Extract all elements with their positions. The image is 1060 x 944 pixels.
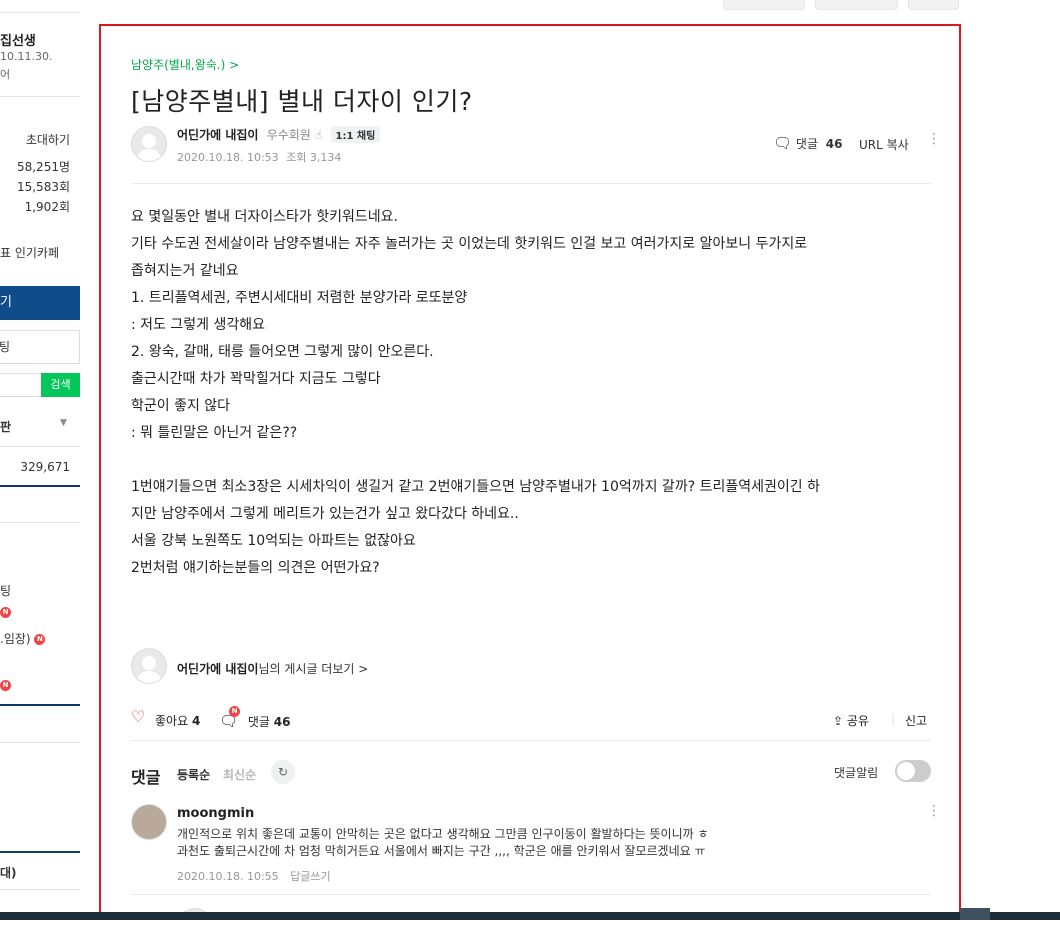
more-posts-link[interactable]: 어딘가에 내집이님의 게시글 더보기 > (177, 660, 368, 677)
sort-registered[interactable]: 등록순 (177, 766, 210, 783)
refresh-icon[interactable]: ↻ (271, 760, 295, 784)
commenter-avatar[interactable] (131, 804, 167, 840)
cafe-date: 10.11.30. (0, 50, 53, 63)
comment-meta: 2020.10.18. 10:55 답글쓰기 (177, 868, 331, 884)
article-body: 요 몇일동안 별내 더자이스타가 핫키워드네요. 기타 수도권 전세살이라 남양… (131, 209, 820, 576)
article-date: 2020.10.18. 10:53 (177, 151, 279, 164)
comment2-count: 46 (273, 715, 291, 729)
sidebar-item-b[interactable]: .임장) N (0, 630, 46, 647)
invite-link[interactable]: 초대하기 (26, 131, 70, 148)
more-options-icon[interactable]: ⋮ (927, 132, 941, 146)
bottom-bar (0, 912, 1060, 920)
comment-bubble-icon: 🗨 N (219, 706, 240, 730)
page: 집선생 10.11.30. 어 초대하기 58,251명 15,583회 1,9… (0, 0, 1060, 944)
top-button-1[interactable] (723, 0, 805, 10)
comment-options-icon[interactable]: ⋮ (927, 804, 941, 818)
select-label[interactable]: 판 (0, 418, 11, 435)
comment-label: 댓글 (795, 137, 818, 151)
sort-latest[interactable]: 최신순 (223, 766, 256, 783)
comment-count: 46 (825, 137, 843, 151)
article-meta: 2020.10.18. 10:53 조회 3,134 (177, 149, 341, 165)
write-button[interactable]: 기 (0, 286, 80, 320)
visit-count: 15,583회 (16, 180, 70, 194)
total-count: 329,671 (20, 460, 70, 474)
new-badge-icon: N (0, 678, 11, 692)
cafe-line3: 어 (0, 68, 11, 81)
member-grade: 우수회원 (266, 128, 311, 142)
share-button[interactable]: ⇪ 공유 (833, 712, 869, 729)
commenter-name[interactable]: moongmin (177, 806, 254, 821)
comment-line-1: 개인적으로 위치 좋은데 교통이 안막히는 곳은 없다고 생각해요 그만큼 인구… (177, 827, 709, 841)
post-count: 1,902회 (24, 200, 70, 214)
comment2-label: 댓글 (247, 715, 270, 729)
chat-input[interactable]: 팅 (0, 330, 80, 364)
bottom-bar-tab (960, 908, 990, 920)
like-button[interactable]: 좋아요 4 (155, 712, 200, 729)
article-title: [남양주별내] 별내 더자이 인기? (131, 87, 473, 116)
author-name[interactable]: 어딘가에 내집이 (177, 128, 258, 142)
author-row: 어딘가에 내집이 우수회원 ☝ 1:1 채팅 (177, 126, 381, 143)
sidebar-item-c[interactable]: 대) (0, 864, 17, 881)
board-link[interactable]: 남양주(별내,왕숙.) > (131, 56, 239, 73)
more-posts-label: 님의 게시글 더보기 > (258, 662, 369, 676)
left-sidebar: 집선생 10.11.30. 어 초대하기 58,251명 15,583회 1,9… (0, 0, 80, 944)
like-label: 좋아요 (155, 714, 189, 728)
new-badge-icon: N (0, 605, 11, 619)
comment-alarm-toggle[interactable] (895, 760, 931, 782)
comment-button[interactable]: 🗨 N 댓글 46 (219, 706, 291, 730)
report-button[interactable]: 신고 (905, 712, 927, 729)
search-button[interactable]: 검색 (41, 373, 80, 397)
url-copy-button[interactable]: URL 복사 (859, 136, 909, 153)
new-badge-icon: N (34, 634, 46, 645)
divider: | (891, 712, 896, 726)
new-badge: N (229, 706, 240, 717)
reply-button[interactable]: 답글쓰기 (290, 870, 330, 883)
comment-count-link[interactable]: 🗨 댓글 46 (773, 134, 843, 152)
chat-button[interactable]: 1:1 채팅 (330, 126, 381, 143)
comment-date: 2020.10.18. 10:55 (177, 870, 279, 883)
heart-icon[interactable]: ♡ (131, 709, 145, 725)
chevron-down-icon[interactable]: ▼ (60, 418, 67, 428)
comment-text: 개인적으로 위치 좋은데 교통이 안막히는 곳은 없다고 생각해요 그만큼 인구… (177, 826, 709, 860)
more-author-name: 어딘가에 내집이 (177, 662, 259, 676)
share-label: 공유 (846, 714, 869, 728)
hand-icon: ☝ (315, 128, 323, 142)
author-avatar[interactable] (131, 126, 167, 162)
top-button-3[interactable] (908, 0, 959, 10)
share-icon: ⇪ (833, 714, 844, 728)
cafe-name[interactable]: 집선생 (0, 30, 36, 49)
top-button-2[interactable] (815, 0, 898, 10)
comment-icon: 🗨 (773, 134, 793, 152)
member-count: 58,251명 (16, 160, 70, 174)
article-views: 조회 3,134 (286, 151, 342, 164)
comment-alarm-label: 댓글알림 (834, 766, 879, 780)
search-input[interactable] (0, 373, 42, 397)
comment-section-title: 댓글 (131, 768, 161, 787)
comment-line-2: 과천도 출퇴근시간에 차 엄청 막히거든요 서울에서 빠지는 구간 ,,,, 학… (177, 844, 706, 858)
sidebar-item-a[interactable]: 팅 (0, 582, 11, 599)
like-count: 4 (191, 714, 201, 728)
author-avatar-small[interactable] (131, 648, 167, 684)
popular-cafe[interactable]: 표 인기카페 (0, 244, 59, 261)
article-frame: 남양주(별내,왕숙.) > [남양주별내] 별내 더자이 인기? 어딘가에 내집… (99, 24, 961, 920)
